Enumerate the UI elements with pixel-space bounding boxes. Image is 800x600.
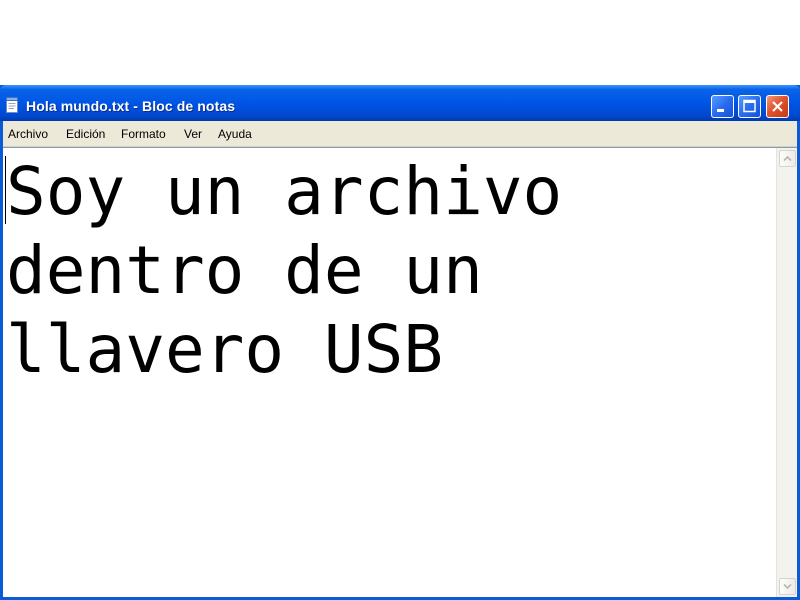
menu-archivo[interactable]: Archivo	[8, 127, 48, 141]
menu-ayuda[interactable]: Ayuda	[218, 127, 252, 141]
document-text[interactable]: Soy un archivo dentro de un llavero USB	[6, 152, 766, 389]
menu-ver[interactable]: Ver	[184, 127, 202, 141]
close-icon	[772, 101, 783, 112]
scroll-down-button[interactable]	[779, 578, 796, 595]
menu-edicion[interactable]: Edición	[66, 127, 105, 141]
text-editor[interactable]: Soy un archivo dentro de un llavero USB	[3, 147, 797, 597]
scroll-down-arrow-icon	[783, 583, 792, 590]
scroll-up-button[interactable]	[779, 150, 796, 167]
close-button[interactable]	[766, 95, 789, 118]
window-title: Hola mundo.txt - Bloc de notas	[26, 98, 236, 114]
notepad-window: Hola mundo.txt - Bloc de notas Archivo E…	[0, 85, 800, 600]
minimize-button[interactable]	[711, 95, 734, 118]
scroll-up-arrow-icon	[783, 155, 792, 162]
vertical-scrollbar[interactable]	[776, 148, 797, 597]
menu-formato[interactable]: Formato	[121, 127, 166, 141]
menu-bar: Archivo Edición Formato Ver Ayuda	[3, 121, 797, 147]
title-bar[interactable]: Hola mundo.txt - Bloc de notas	[0, 85, 800, 121]
maximize-icon	[743, 99, 756, 113]
minimize-icon	[717, 109, 724, 112]
desktop-background	[0, 0, 800, 85]
maximize-button[interactable]	[738, 95, 761, 118]
notepad-icon[interactable]	[6, 97, 19, 113]
